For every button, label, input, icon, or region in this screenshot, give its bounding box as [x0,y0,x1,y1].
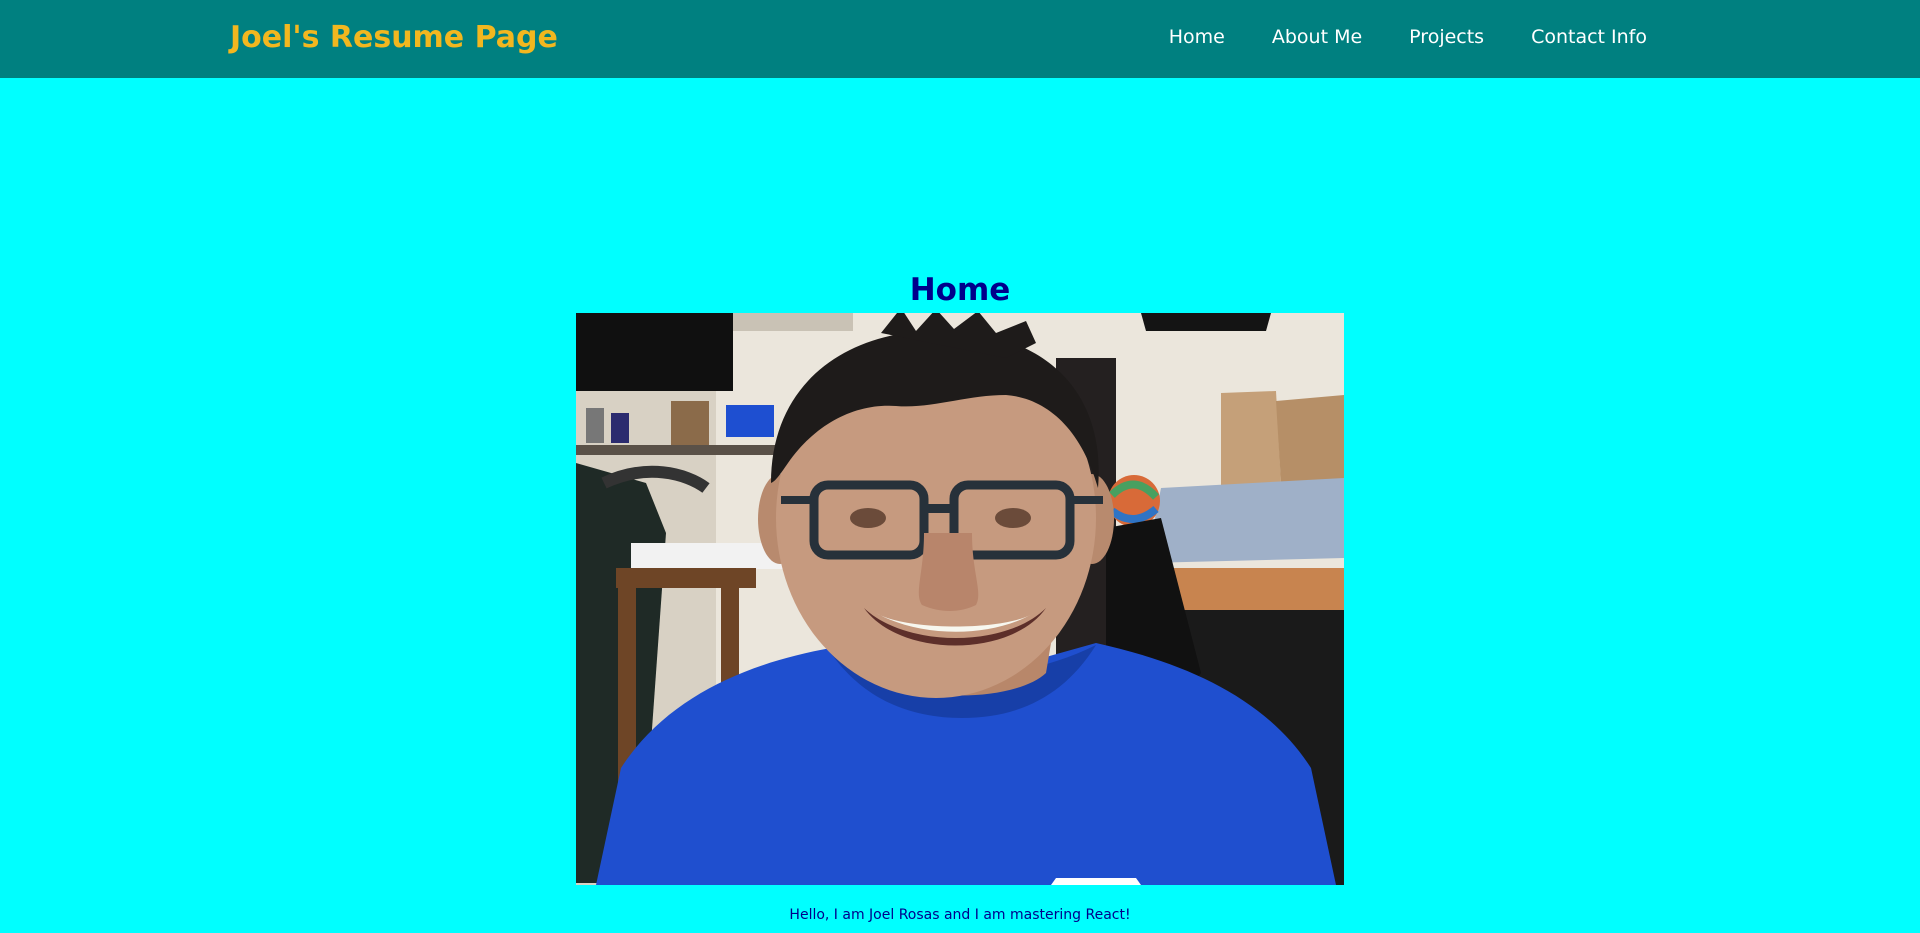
nav-link-home[interactable]: Home [1169,26,1225,48]
page-title: Home [909,272,1011,308]
top-navbar: Joel's Resume Page Home About Me Project… [0,0,1920,78]
profile-photo [576,313,1344,885]
main-content: Home Hello, I am Joel Rosas and I am mas… [0,78,1920,933]
intro-caption: Hello, I am Joel Rosas and I am masterin… [789,907,1131,923]
nav-link-contact-info[interactable]: Contact Info [1531,26,1647,48]
nav-link-about-me[interactable]: About Me [1272,26,1362,48]
site-brand[interactable]: Joel's Resume Page [230,20,558,55]
nav-link-projects[interactable]: Projects [1409,26,1484,48]
nav-links: Home About Me Projects Contact Info [1122,26,1647,48]
profile-photo-illustration [576,313,1344,885]
